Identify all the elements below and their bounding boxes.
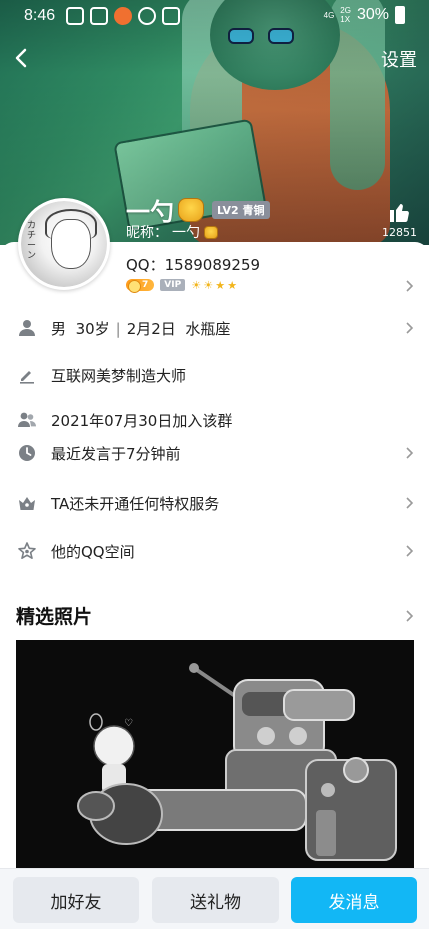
back-button[interactable] — [10, 46, 34, 70]
qzone-text: 他的QQ空间 — [51, 542, 135, 561]
battery-icon — [395, 6, 405, 24]
signature-text: 互联网美梦制造大师 — [51, 366, 187, 385]
status-bar: 8:46 4G 2G 1X 30% — [0, 0, 429, 34]
privilege-row[interactable]: TA还未开通任何特权服务 — [0, 485, 429, 521]
nickname-label: 昵称： — [126, 225, 168, 241]
level-stars: ☀ ☀ ★ ★ — [191, 280, 238, 291]
svg-text:♡: ♡ — [124, 718, 133, 729]
separator: | — [115, 319, 121, 338]
sun-icon: ☀ — [191, 278, 202, 292]
privilege-icon — [18, 494, 36, 512]
status-right: 4G 2G 1X 30% — [324, 6, 405, 24]
chevron-right-icon[interactable] — [403, 610, 415, 622]
group-icon — [18, 411, 36, 429]
featured-photo-image: ♡ — [16, 640, 414, 868]
avatar-side-text: カチーン — [27, 221, 37, 261]
star-icon: ★ — [227, 278, 238, 292]
badges-row[interactable]: 7 VIP ☀ ☀ ★ ★ — [126, 279, 238, 293]
star-icon: ★ — [215, 278, 226, 292]
birthday: 2月2日 — [126, 319, 176, 338]
last-speak-text: 最近发言于7分钟前 — [51, 444, 181, 463]
notification-app-icon — [66, 7, 84, 25]
gold-level-badge: 7 — [126, 279, 155, 293]
basic-info-row[interactable]: 男 30岁 | 2月2日 水瓶座 — [0, 310, 429, 346]
honey-jar-icon — [178, 197, 204, 222]
notification-copy-icon — [162, 7, 180, 25]
network-2g-icon: 2G 1X — [340, 6, 351, 24]
zodiac: 水瓶座 — [185, 319, 231, 338]
qq-number: 1589089259 — [164, 256, 261, 274]
person-icon — [18, 319, 36, 337]
qq-number-row: QQ：1589089259 — [126, 254, 260, 275]
last-speak-row[interactable]: 最近发言于7分钟前 — [0, 435, 429, 471]
chevron-right-icon — [403, 545, 415, 557]
like-count: 12851 — [382, 226, 417, 239]
thumbs-up-icon — [389, 204, 409, 222]
send-gift-button[interactable]: 送礼物 — [152, 877, 279, 923]
signature-row: 互联网美梦制造大师 — [0, 357, 429, 393]
age: 30岁 — [75, 319, 110, 338]
nickname-value: 一勺 — [172, 225, 200, 241]
join-date-text: 2021年07月30日加入该群 — [51, 411, 233, 430]
basic-info-text: 男 30岁 | 2月2日 水瓶座 — [51, 318, 230, 339]
battery-percent: 30% — [356, 6, 389, 23]
clock-icon — [18, 444, 36, 462]
like-button[interactable]: 12851 — [382, 200, 417, 239]
settings-button[interactable]: 设置 — [381, 46, 417, 72]
level-badge: LV2 青铜 — [212, 200, 270, 219]
chevron-left-icon — [15, 48, 27, 68]
privilege-text: TA还未开通任何特权服务 — [51, 494, 220, 513]
chevron-right-icon — [403, 497, 415, 509]
sun-icon: ☀ — [203, 278, 214, 292]
gender: 男 — [51, 319, 67, 338]
status-notification-icons — [66, 7, 180, 25]
chevron-right-icon — [403, 322, 415, 334]
send-message-button[interactable]: 发消息 — [291, 877, 417, 923]
nickname-row: 昵称： 一勺 — [126, 222, 218, 242]
avatar-face — [51, 219, 91, 269]
bottom-action-bar: 加好友 送礼物 发消息 — [0, 868, 429, 929]
pen-icon — [18, 366, 36, 384]
notification-orange-app-icon — [114, 7, 132, 25]
network-4g-icon: 4G — [323, 10, 335, 20]
avatar[interactable]: カチーン — [18, 198, 110, 290]
qzone-row[interactable]: 他的QQ空间 — [0, 533, 429, 569]
chevron-right-icon[interactable] — [403, 280, 415, 292]
join-date-row: 2021年07月30日加入该群 — [0, 402, 429, 438]
qq-label: QQ： — [126, 256, 165, 274]
notification-block-icon — [138, 7, 156, 25]
featured-photo[interactable]: ♡ — [16, 640, 414, 868]
add-friend-button[interactable]: 加好友 — [13, 877, 139, 923]
notification-phone-icon — [90, 7, 108, 25]
chevron-right-icon — [403, 447, 415, 459]
vip-badge: VIP — [160, 279, 186, 291]
featured-photos-title: 精选照片 — [16, 606, 93, 628]
star-icon — [18, 542, 36, 560]
status-time: 8:46 — [24, 7, 56, 24]
honey-jar-small-icon — [204, 225, 218, 239]
